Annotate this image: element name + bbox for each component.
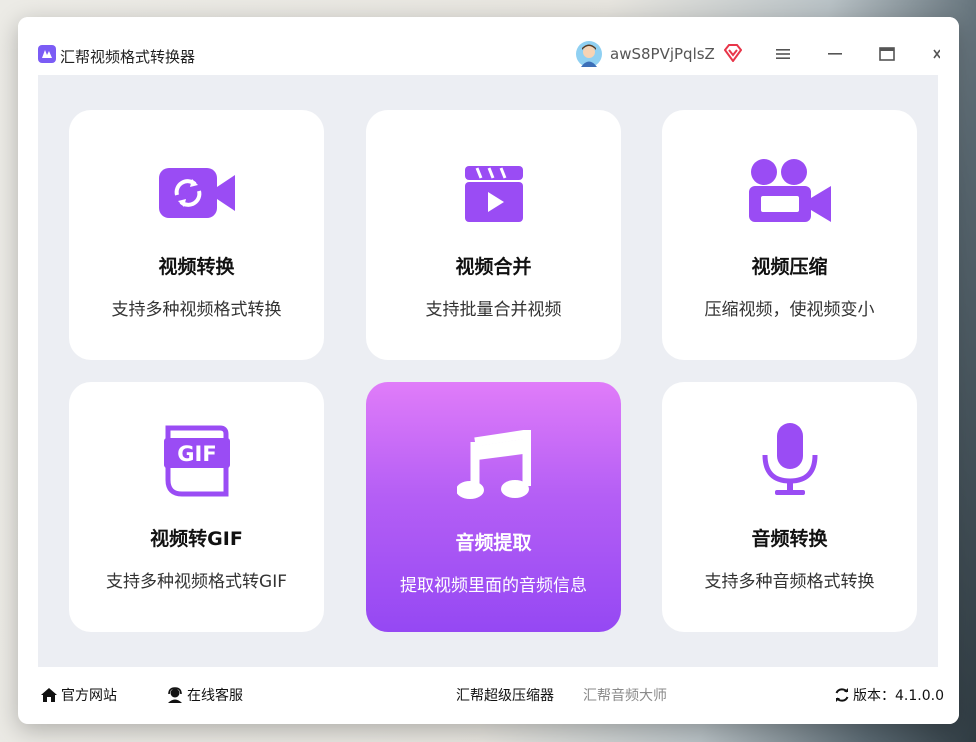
card-title: 视频合并 — [455, 256, 532, 278]
home-icon — [41, 688, 57, 702]
version-label: 版本：4.1.0.0 — [853, 688, 944, 704]
app-logo-icon — [38, 45, 56, 63]
title-bar: 汇帮视频格式转换器 awS8PVjPqlsZ — [18, 17, 959, 75]
customer-service-icon — [168, 687, 182, 703]
card-audio-convert[interactable]: 音频转换 支持多种音频格式转换 — [662, 382, 917, 632]
card-description: 压缩视频，使视频变小 — [704, 300, 875, 320]
minimize-button[interactable] — [824, 43, 846, 65]
official-website-label: 官方网站 — [61, 688, 117, 704]
maximize-button[interactable] — [876, 43, 898, 65]
feature-grid: 视频转换 支持多种视频格式转换 视频合并 支持批量合并视频 视频压缩 压缩视频，… — [38, 75, 938, 667]
card-title: 音频提取 — [455, 532, 532, 554]
gif-file-icon: GIF — [152, 425, 242, 497]
maximize-icon — [879, 47, 895, 61]
video-convert-icon — [152, 158, 242, 228]
card-audio-extract[interactable]: 音频提取 提取视频里面的音频信息 — [366, 382, 621, 632]
card-title: 视频转换 — [158, 256, 235, 278]
microphone-icon — [745, 423, 835, 495]
app-window: 汇帮视频格式转换器 awS8PVjPqlsZ 视频转换 支持多种视频格式转换 视… — [18, 17, 959, 724]
online-service-link[interactable]: 在线客服 — [166, 685, 243, 705]
card-video-convert[interactable]: 视频转换 支持多种视频格式转换 — [69, 110, 324, 360]
card-video-merge[interactable]: 视频合并 支持批量合并视频 — [366, 110, 621, 360]
hamburger-icon — [776, 49, 790, 59]
music-note-icon — [449, 430, 539, 500]
footer-bar: 官方网站 在线客服 汇帮超级压缩器 汇帮音频大师 版本：4.1.0.0 — [38, 667, 959, 724]
menu-button[interactable] — [772, 43, 794, 65]
online-service-label: 在线客服 — [187, 688, 243, 704]
official-website-link[interactable]: 官方网站 — [40, 685, 117, 705]
close-button[interactable] — [926, 43, 940, 65]
super-compressor-link[interactable]: 汇帮超级压缩器 — [456, 685, 554, 705]
card-title: 音频转换 — [751, 528, 828, 550]
clapperboard-play-icon — [449, 158, 539, 228]
card-description: 支持批量合并视频 — [425, 300, 562, 320]
audio-master-link[interactable]: 汇帮音频大师 — [583, 685, 667, 705]
refresh-icon — [835, 688, 849, 702]
movie-camera-icon — [745, 156, 835, 226]
card-title: 视频转GIF — [150, 528, 243, 550]
gif-icon-text: GIF — [177, 442, 216, 466]
card-description: 支持多种视频格式转GIF — [106, 572, 287, 592]
minimize-icon — [828, 53, 842, 55]
vip-diamond-icon[interactable] — [724, 44, 742, 62]
card-description: 支持多种音频格式转换 — [704, 572, 875, 592]
card-title: 视频压缩 — [751, 256, 828, 278]
app-title: 汇帮视频格式转换器 — [60, 48, 196, 66]
card-description: 提取视频里面的音频信息 — [400, 576, 587, 596]
avatar[interactable] — [576, 41, 602, 67]
card-video-to-gif[interactable]: GIF 视频转GIF 支持多种视频格式转GIF — [69, 382, 324, 632]
card-description: 支持多种视频格式转换 — [111, 300, 282, 320]
card-video-compress[interactable]: 视频压缩 压缩视频，使视频变小 — [662, 110, 917, 360]
username[interactable]: awS8PVjPqlsZ — [610, 45, 715, 63]
version-info[interactable]: 版本：4.1.0.0 — [834, 685, 944, 705]
close-icon — [933, 49, 940, 59]
